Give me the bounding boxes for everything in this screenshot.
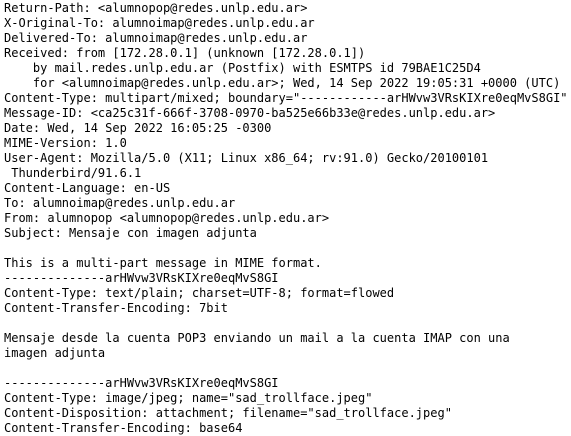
- email-source-viewer: Return-Path: <alumnopop@redes.unlp.edu.a…: [0, 0, 571, 436]
- header-from: From: alumnopop <alumnopop@redes.unlp.ed…: [4, 211, 330, 225]
- message-body: imagen adjunta: [4, 346, 106, 360]
- attachment-transfer-encoding: Content-Transfer-Encoding: base64: [4, 421, 243, 435]
- header-date: Date: Wed, 14 Sep 2022 16:05:25 -0300: [4, 121, 272, 135]
- attachment-content-disposition: Content-Disposition: attachment; filenam…: [4, 406, 452, 420]
- mime-boundary: --------------arHWvw3VRsKIXre0eqMvS8GI: [4, 376, 279, 390]
- email-source-text: Return-Path: <alumnopop@redes.unlp.edu.a…: [4, 1, 571, 436]
- message-body: Mensaje desde la cuenta POP3 enviando un…: [4, 331, 510, 345]
- part-transfer-encoding: Content-Transfer-Encoding: 7bit: [4, 301, 228, 315]
- header-subject: Subject: Mensaje con imagen adjunta: [4, 226, 257, 240]
- header-content-language: Content-Language: en-US: [4, 181, 171, 195]
- header-return-path: Return-Path: <alumnopop@redes.unlp.edu.a…: [4, 1, 308, 15]
- header-user-agent-continuation: Thunderbird/91.6.1: [4, 166, 142, 180]
- attachment-content-type: Content-Type: image/jpeg; name="sad_trol…: [4, 391, 373, 405]
- header-delivered-to: Delivered-To: alumnoimap@redes.unlp.edu.…: [4, 31, 308, 45]
- header-received: Received: from [172.28.0.1] (unknown [17…: [4, 46, 366, 60]
- header-received-by: by mail.redes.unlp.edu.ar (Postfix) with…: [4, 61, 481, 75]
- header-received-for: for <alumnoimap@redes.unlp.edu.ar>; Wed,…: [4, 76, 561, 90]
- header-to: To: alumnoimap@redes.unlp.edu.ar: [4, 196, 236, 210]
- header-message-id: Message-ID: <ca25c31f-666f-3708-0970-ba5…: [4, 106, 496, 120]
- header-content-type: Content-Type: multipart/mixed; boundary=…: [4, 91, 568, 105]
- header-user-agent: User-Agent: Mozilla/5.0 (X11; Linux x86_…: [4, 151, 489, 165]
- mime-boundary: --------------arHWvw3VRsKIXre0eqMvS8GI: [4, 271, 279, 285]
- mime-preamble: This is a multi-part message in MIME for…: [4, 256, 322, 270]
- header-x-original-to: X-Original-To: alumnoimap@redes.unlp.edu…: [4, 16, 315, 30]
- part-content-type: Content-Type: text/plain; charset=UTF-8;…: [4, 286, 395, 300]
- header-mime-version: MIME-Version: 1.0: [4, 136, 127, 150]
